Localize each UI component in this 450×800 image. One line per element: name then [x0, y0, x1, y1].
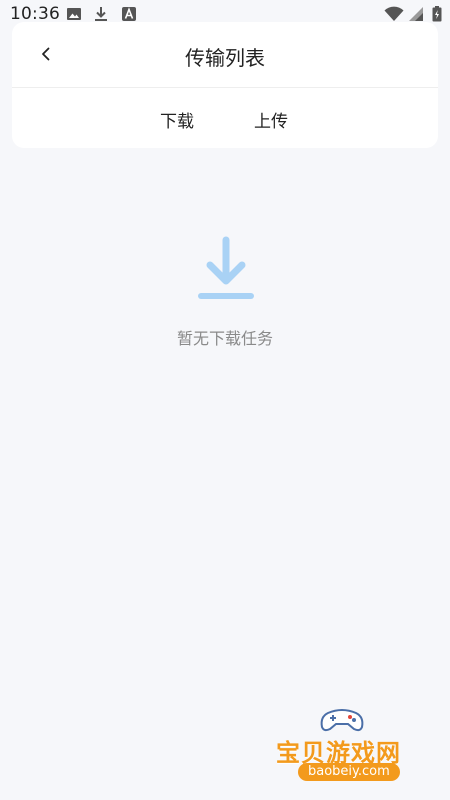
tab-bar: 下载 上传: [12, 107, 438, 132]
watermark-url: baobeiy.com: [298, 763, 400, 781]
status-time: 10:36: [10, 4, 60, 24]
font-a-icon: [122, 6, 136, 22]
empty-state-text: 暂无下载任务: [176, 329, 273, 348]
tab-upload[interactable]: 上传: [254, 107, 288, 132]
battery-icon: [432, 6, 442, 22]
watermark: 宝贝游戏网 baobeiy.com: [270, 705, 420, 795]
empty-download-icon: [196, 236, 256, 302]
header-card: 传输列表 下载 上传: [12, 22, 438, 148]
image-icon: [66, 6, 82, 22]
tab-download[interactable]: 下载: [160, 107, 194, 132]
wifi-icon: [384, 6, 404, 22]
divider: [12, 87, 438, 88]
signal-icon: [408, 6, 424, 22]
page-title: 传输列表: [185, 46, 265, 70]
download-icon: [94, 6, 108, 22]
